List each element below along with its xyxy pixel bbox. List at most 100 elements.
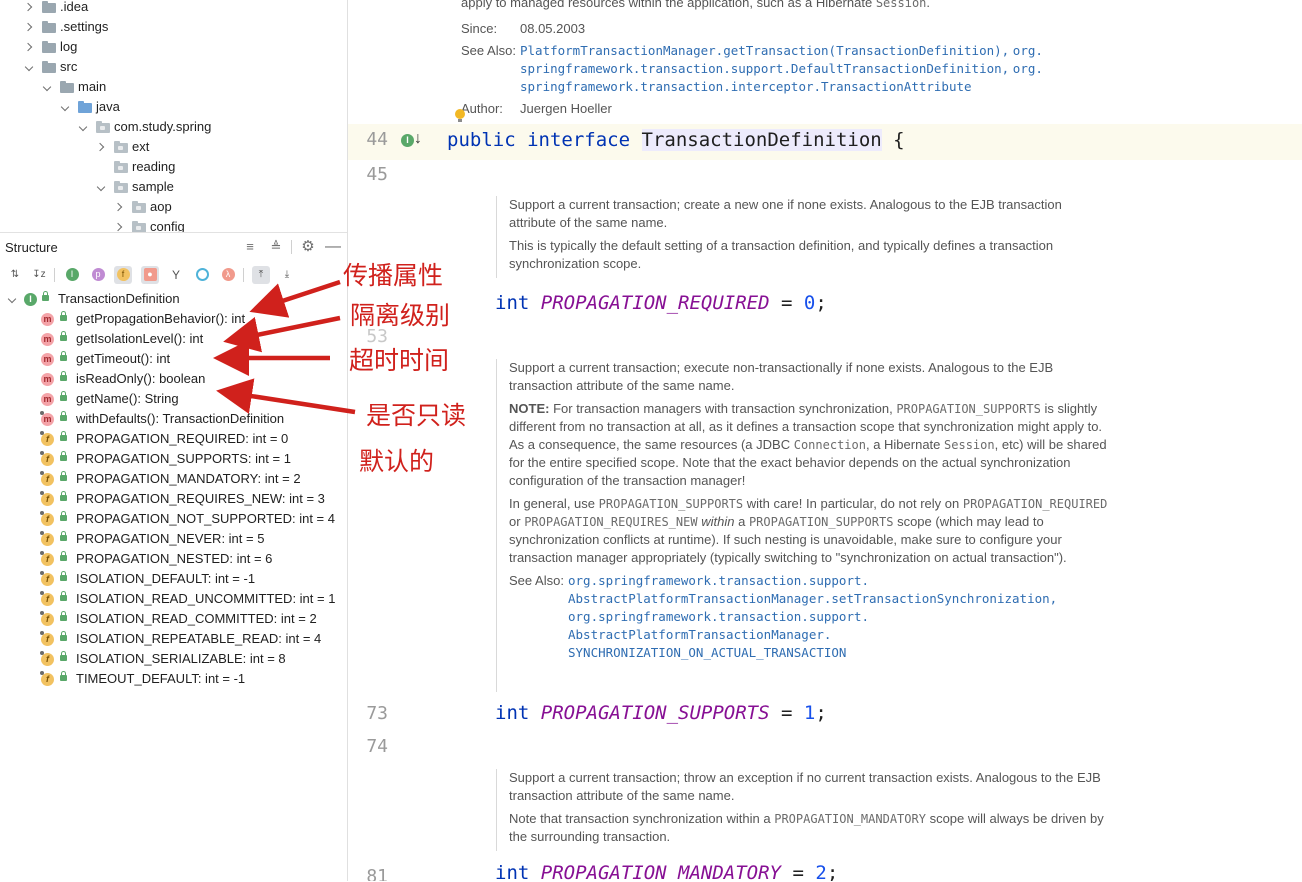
show-fields-icon[interactable]: f xyxy=(114,266,132,284)
structure-member[interactable]: f PROPAGATION_MANDATORY: int = 2 xyxy=(0,469,347,489)
show-lambdas-icon[interactable]: λ xyxy=(219,266,237,284)
member-label: ISOLATION_READ_COMMITTED: int = 2 xyxy=(76,611,317,626)
type-name: TransactionDefinition xyxy=(641,129,882,151)
structure-member[interactable]: m withDefaults(): TransactionDefinition xyxy=(0,409,347,429)
chevron-right-icon[interactable] xyxy=(25,3,33,11)
lightbulb-icon[interactable] xyxy=(454,108,466,124)
tree-item-aop[interactable]: aop xyxy=(0,197,346,217)
doc-link[interactable]: springframework.transaction.support.Defa… xyxy=(520,61,1009,76)
field-icon: f xyxy=(41,493,54,506)
chevron-down-icon[interactable] xyxy=(79,125,87,133)
tree-item-src[interactable]: src xyxy=(0,57,346,77)
static-pin-icon xyxy=(40,491,44,495)
chevron-down-icon[interactable] xyxy=(8,297,16,305)
collapse-all-icon[interactable]: ≜ xyxy=(268,239,284,255)
doc-paragraph: This is typically the default setting of… xyxy=(509,238,1054,271)
javadoc-propagation-required: Support a current transaction; create a … xyxy=(496,196,1109,278)
structure-member[interactable]: m getPropagationBehavior(): int xyxy=(0,309,347,329)
member-label: PROPAGATION_MANDATORY: int = 2 xyxy=(76,471,301,486)
field-icon: f xyxy=(41,473,54,486)
number-literal: 2 xyxy=(815,862,827,881)
structure-member[interactable]: f PROPAGATION_NESTED: int = 6 xyxy=(0,549,347,569)
toolbar-separator xyxy=(54,268,55,282)
doc-link[interactable]: springframework.transaction.interceptor.… xyxy=(520,79,972,94)
sort-alphabetically-icon[interactable]: ↧z xyxy=(30,266,48,284)
structure-member[interactable]: f ISOLATION_READ_UNCOMMITTED: int = 1 xyxy=(0,589,347,609)
show-properties-icon[interactable]: p xyxy=(89,266,107,284)
chevron-down-icon[interactable] xyxy=(43,85,51,93)
expand-all-icon[interactable]: ≡ xyxy=(242,239,258,255)
public-lock-icon xyxy=(60,391,67,401)
chevron-down-icon[interactable] xyxy=(25,65,33,73)
autoscroll-to-source-icon[interactable]: ⤒ xyxy=(252,266,270,284)
arrow-down-icon[interactable]: ↓ xyxy=(414,130,422,148)
tree-item-label: sample xyxy=(132,179,174,194)
tree-item-reading[interactable]: reading xyxy=(0,157,346,177)
doc-text: , a Hibernate xyxy=(865,437,941,452)
doc-link[interactable]: PlatformTransactionManager.getTransactio… xyxy=(520,43,1009,58)
gear-icon[interactable]: ⚙ xyxy=(300,239,316,255)
chevron-right-icon[interactable] xyxy=(25,43,33,51)
operator: = xyxy=(781,292,793,314)
doc-link[interactable]: org.springframework.transaction.support. xyxy=(568,573,869,588)
field-icon: f xyxy=(41,673,54,686)
doc-link[interactable]: org. xyxy=(1013,43,1043,58)
tree-item-config[interactable]: config xyxy=(0,217,346,232)
structure-member[interactable]: f PROPAGATION_SUPPORTS: int = 1 xyxy=(0,449,347,469)
structure-member[interactable]: m isReadOnly(): boolean xyxy=(0,369,347,389)
field-icon: f xyxy=(41,553,54,566)
structure-member[interactable]: m getIsolationLevel(): int xyxy=(0,329,347,349)
code-editor[interactable]: apply to managed resources within the ap… xyxy=(348,0,1302,881)
doc-paragraph: Support a current transaction; create a … xyxy=(509,197,1062,230)
chevron-down-icon[interactable] xyxy=(97,185,105,193)
chevron-right-icon[interactable] xyxy=(25,23,33,31)
structure-member[interactable]: f TIMEOUT_DEFAULT: int = -1 xyxy=(0,669,347,689)
doc-link[interactable]: org. xyxy=(1013,61,1043,76)
structure-member[interactable]: f PROPAGATION_NOT_SUPPORTED: int = 4 xyxy=(0,509,347,529)
structure-member[interactable]: f PROPAGATION_REQUIRES_NEW: int = 3 xyxy=(0,489,347,509)
structure-member[interactable]: m getTimeout(): int xyxy=(0,349,347,369)
show-lambdas-circle-icon[interactable] xyxy=(193,266,211,284)
chevron-right-icon[interactable] xyxy=(97,143,105,151)
structure-member[interactable]: m getName(): String xyxy=(0,389,347,409)
show-non-public-icon[interactable]: ● xyxy=(141,266,159,284)
chevron-right-icon[interactable] xyxy=(115,223,123,231)
tree-item-java[interactable]: java xyxy=(0,97,346,117)
structure-root[interactable]: I TransactionDefinition xyxy=(0,289,347,309)
chevron-down-icon[interactable] xyxy=(61,105,69,113)
implemented-interface-icon[interactable]: I xyxy=(401,134,414,147)
tree-item-log[interactable]: log xyxy=(0,37,346,57)
structure-member[interactable]: f PROPAGATION_REQUIRED: int = 0 xyxy=(0,429,347,449)
tree-item-main[interactable]: main xyxy=(0,77,346,97)
field-icon: f xyxy=(41,573,54,586)
structure-title: Structure xyxy=(5,240,58,255)
doc-link[interactable]: org.springframework.transaction.support. xyxy=(568,609,869,624)
tree-item-idea[interactable]: .idea xyxy=(0,0,346,17)
static-pin-icon xyxy=(40,451,44,455)
sort-by-visibility-icon[interactable]: ⇅ xyxy=(6,266,24,284)
hide-panel-icon[interactable]: — xyxy=(325,239,341,255)
tree-item-settings[interactable]: .settings xyxy=(0,17,346,37)
tree-item-sample[interactable]: sample xyxy=(0,177,346,197)
method-icon: m xyxy=(41,373,54,386)
field-icon: f xyxy=(41,613,54,626)
number-literal: 1 xyxy=(803,702,816,724)
tree-item-ext[interactable]: ext xyxy=(0,137,346,157)
structure-member[interactable]: f ISOLATION_DEFAULT: int = -1 xyxy=(0,569,347,589)
doc-link[interactable]: AbstractPlatformTransactionManager.setTr… xyxy=(568,591,1057,606)
doc-text: with care! In particular, do not rely on xyxy=(746,496,960,511)
operator: = xyxy=(781,702,793,724)
structure-member[interactable]: f ISOLATION_SERIALIZABLE: int = 8 xyxy=(0,649,347,669)
doc-link[interactable]: SYNCHRONIZATION_ON_ACTUAL_TRANSACTION xyxy=(568,645,846,660)
show-inherited-icon[interactable]: I xyxy=(63,266,81,284)
structure-member[interactable]: f PROPAGATION_NEVER: int = 5 xyxy=(0,529,347,549)
chevron-right-icon[interactable] xyxy=(115,203,123,211)
autoscroll-from-source-icon[interactable]: ⤓ xyxy=(278,266,296,284)
public-lock-icon xyxy=(60,471,67,481)
tree-item-com-study-spring[interactable]: com.study.spring xyxy=(0,117,346,137)
doc-link[interactable]: AbstractPlatformTransactionManager. xyxy=(568,627,831,642)
structure-member[interactable]: f ISOLATION_READ_COMMITTED: int = 2 xyxy=(0,609,347,629)
structure-member[interactable]: f ISOLATION_REPEATABLE_READ: int = 4 xyxy=(0,629,347,649)
structure-panel: Structure ≡ ≜ ⚙ — ⇅ ↧z I p f ● Υ λ ⤒ ⤓ I… xyxy=(0,232,347,882)
show-anonymous-icon[interactable]: Υ xyxy=(167,266,185,284)
